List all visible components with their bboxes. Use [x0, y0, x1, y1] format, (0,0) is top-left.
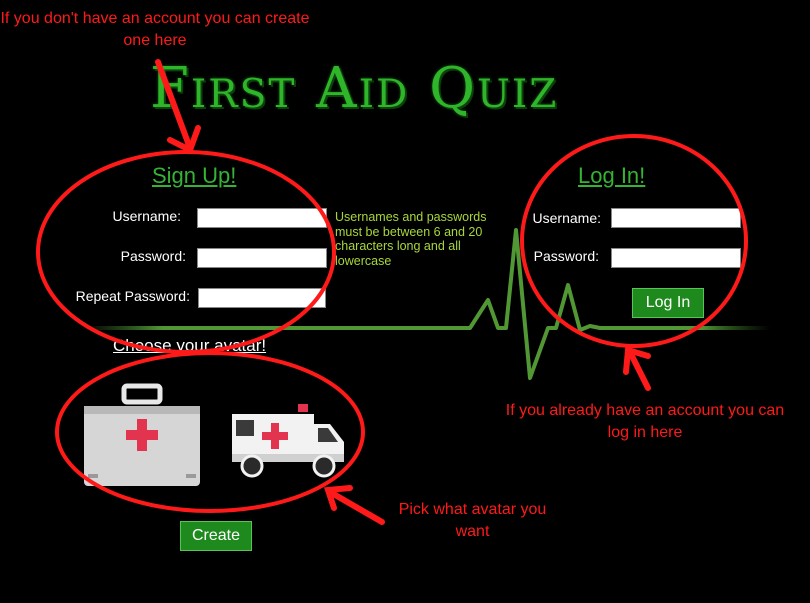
login-username-input[interactable] — [611, 208, 741, 228]
signup-repeat-password-label: Repeat Password: — [75, 288, 190, 304]
avatar-annotation: Pick what avatar you want — [398, 501, 547, 540]
login-annotation: If you already have an account you can l… — [505, 402, 785, 441]
create-button[interactable]: Create — [180, 521, 252, 551]
credentials-rules-note: Usernames and passwords must be between … — [335, 210, 487, 268]
first-aid-kit-icon[interactable] — [82, 382, 202, 488]
signup-password-label: Password: — [120, 248, 186, 264]
signup-username-label: Username: — [112, 208, 181, 224]
login-heading: Log In! — [578, 163, 646, 188]
signup-heading: Sign Up! — [152, 163, 237, 188]
app-title: First Aid Quiz — [150, 56, 559, 121]
login-button[interactable]: Log In — [632, 288, 704, 318]
login-username-label: Username: — [532, 210, 601, 226]
signup-username-input[interactable] — [197, 208, 327, 228]
signup-annotation: If you don't have an account you can cre… — [0, 10, 310, 49]
signup-repeat-password-input[interactable] — [198, 288, 326, 308]
ambulance-icon[interactable] — [226, 402, 350, 480]
avatar-heading: Choose your avatar! — [113, 336, 267, 355]
signup-password-input[interactable] — [197, 248, 327, 268]
login-password-input[interactable] — [611, 248, 741, 268]
login-password-label: Password: — [533, 248, 599, 264]
